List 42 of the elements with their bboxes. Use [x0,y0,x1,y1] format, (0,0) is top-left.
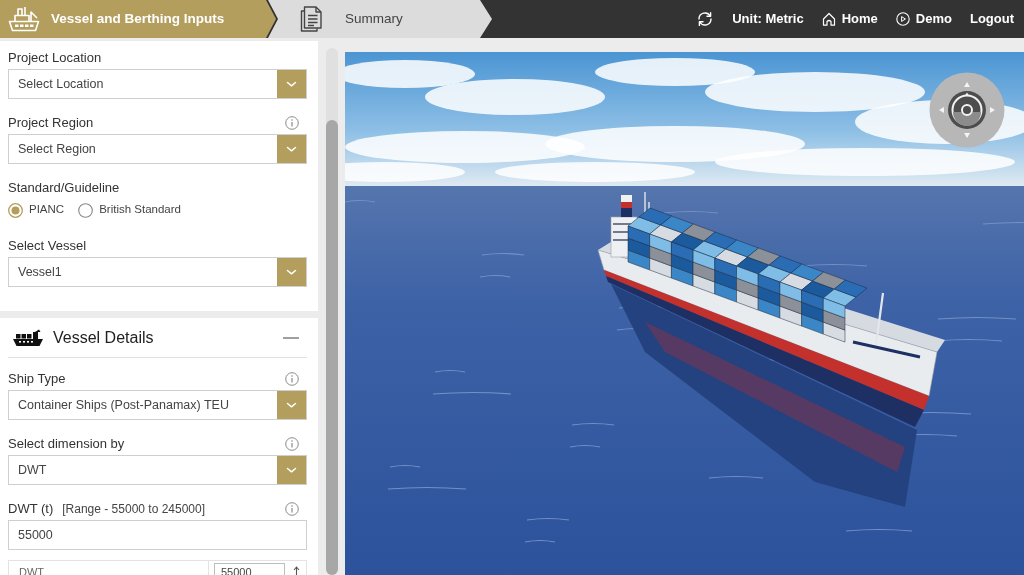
chevron-down-icon[interactable] [277,70,306,98]
info-icon[interactable] [285,437,299,451]
field-label: Project Region [8,114,94,132]
dropdown-field[interactable]: Vessel1 [8,257,307,287]
field-label: Select Vessel [8,237,87,255]
radio-icon[interactable] [78,202,94,218]
header-link[interactable]: Logout [969,9,1014,29]
dropdown-field[interactable]: Select Location [8,69,307,99]
chevron-down-icon[interactable] [277,391,306,419]
section-title: Vessel Details [53,327,154,348]
text-field[interactable]: 55000 [8,520,307,550]
ship-icon [12,329,44,346]
radio-icon[interactable] [8,202,23,218]
step-tab[interactable]: Summary [268,0,492,38]
info-icon[interactable] [285,372,299,386]
header-link[interactable]: Unit: Metric [696,9,804,29]
info-icon[interactable] [285,116,299,130]
dropdown-field[interactable]: DWT [8,455,307,485]
field-label: Standard/Guideline [8,179,120,197]
header-link[interactable]: Home [821,9,878,29]
field-label: DWT (t) [8,500,54,518]
chevron-down-icon[interactable] [277,135,306,163]
collapse-icon[interactable] [283,336,299,339]
dropdown-field[interactable]: Container Ships (Post-Panamax) TEU [8,390,307,420]
home-icon [821,12,836,26]
range-note: [Range - 55000 to 245000] [62,501,206,518]
navigation-compass-icon[interactable] [929,72,1005,148]
field-label: Ship Type [8,370,66,388]
field-label: Select dimension by [8,435,125,453]
document-icon [300,6,322,32]
header-link[interactable]: Demo [895,9,952,29]
play-circle-icon [895,12,910,26]
chevron-down-icon[interactable] [277,258,306,286]
refresh-icon[interactable] [696,10,715,28]
radio-option[interactable]: British Standard [78,201,181,219]
chevron-down-icon[interactable] [277,456,306,484]
up-arrow-icon[interactable] [293,566,300,575]
info-icon[interactable] [285,502,299,516]
radio-option[interactable]: PIANC [8,201,65,219]
dropdown-field[interactable]: Select Region [8,134,307,164]
field-label: Project Location [8,49,102,67]
ship-icon [8,6,40,32]
